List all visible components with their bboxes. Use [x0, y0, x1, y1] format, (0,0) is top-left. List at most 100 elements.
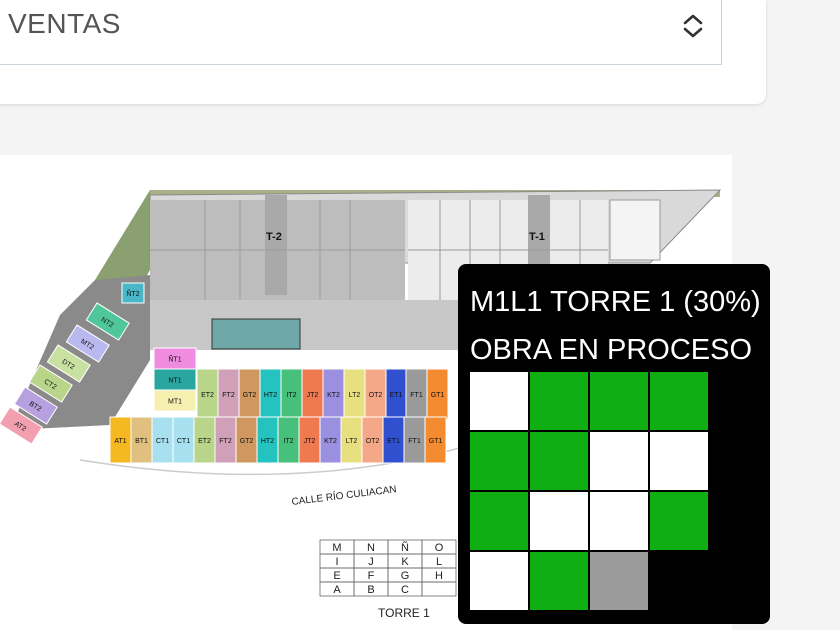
- svg-text:ET1: ET1: [390, 392, 403, 399]
- unit-status: OBRA EN PROCESO: [470, 334, 753, 366]
- unit-row-bottom[interactable]: OT2: [361, 416, 384, 464]
- legend-letter: N: [367, 542, 375, 554]
- unit-row-bottom[interactable]: GT2: [235, 416, 258, 464]
- svg-text:IT2: IT2: [283, 438, 293, 445]
- unit-row-top[interactable]: JT2: [301, 368, 324, 420]
- progress-cell: [650, 492, 708, 550]
- unit-row-bottom[interactable]: ET1: [382, 416, 405, 464]
- chevron-up-down-icon: [683, 14, 703, 38]
- legend-cell: [421, 581, 457, 597]
- unit-row-top[interactable]: FT1: [405, 368, 428, 420]
- legend-letter: M: [332, 542, 341, 554]
- unit-row-bottom[interactable]: GT1: [424, 416, 447, 464]
- unit-wing[interactable]: ÑT2: [121, 282, 145, 304]
- unit-row-bottom[interactable]: KT2: [319, 416, 342, 464]
- unit-row-bottom[interactable]: BT1: [130, 416, 153, 464]
- svg-text:KT2: KT2: [327, 392, 340, 399]
- progress-cell: [650, 372, 708, 430]
- legend-letter: K: [401, 556, 409, 568]
- filter-card: VENTAS: [0, 0, 766, 104]
- svg-text:IT2: IT2: [286, 392, 296, 399]
- unit-row-bottom[interactable]: JT2: [298, 416, 321, 464]
- legend-letter: C: [401, 584, 409, 596]
- svg-text:GT1: GT1: [431, 392, 445, 399]
- plan-courtyard: [150, 300, 460, 350]
- svg-text:KT2: KT2: [324, 438, 337, 445]
- svg-text:HT2: HT2: [261, 438, 274, 445]
- unit-row-bottom[interactable]: FT2: [214, 416, 237, 464]
- status-select[interactable]: VENTAS: [0, 0, 722, 65]
- tower-label-t2: T-2: [266, 231, 282, 243]
- svg-text:FT2: FT2: [219, 438, 232, 445]
- unit-row-top[interactable]: ET1: [385, 368, 407, 420]
- legend-letter: H: [435, 570, 443, 582]
- unit-row-bottom[interactable]: CT1: [172, 416, 195, 464]
- unit-row-top[interactable]: GT1: [426, 368, 449, 420]
- svg-text:CT1: CT1: [177, 438, 190, 445]
- unit-row-bottom[interactable]: CT1: [151, 416, 174, 464]
- progress-cell: [590, 432, 648, 490]
- progress-cell: [530, 552, 588, 610]
- legend-letter: J: [368, 556, 374, 568]
- svg-text:NT1: NT1: [168, 378, 181, 385]
- tower-label-t1: T-1: [529, 231, 545, 243]
- unit-row-top[interactable]: LT2: [343, 368, 366, 420]
- svg-text:FT2: FT2: [222, 392, 235, 399]
- legend-letter: B: [367, 584, 374, 596]
- progress-cell: [470, 492, 528, 550]
- plan-core-t2: [265, 195, 287, 295]
- tower-legend: M N Ñ O I J K L E F G H A B C TORRE 1: [319, 539, 457, 620]
- progress-cell: [650, 552, 708, 610]
- svg-text:LT2: LT2: [349, 392, 361, 399]
- svg-text:JT2: JT2: [304, 438, 316, 445]
- svg-text:OT2: OT2: [369, 392, 383, 399]
- plan-amenity: [609, 199, 661, 261]
- svg-text:AT1: AT1: [114, 438, 126, 445]
- svg-text:ÑT2: ÑT2: [126, 289, 139, 298]
- unit-upper[interactable]: ÑT1: [153, 347, 197, 370]
- progress-cell: [530, 432, 588, 490]
- unit-row-top[interactable]: FT2: [217, 368, 240, 420]
- unit-row-top[interactable]: ET2: [196, 368, 219, 420]
- unit-row-top[interactable]: HT2: [259, 368, 282, 420]
- svg-text:HT2: HT2: [264, 392, 277, 399]
- street-label: CALLE RÍO CULIACAN: [291, 482, 397, 508]
- svg-text:FT1: FT1: [410, 392, 423, 399]
- legend-letter: F: [368, 570, 375, 582]
- unit-row-top[interactable]: OT2: [364, 368, 387, 420]
- unit-upper[interactable]: NT1: [153, 368, 197, 391]
- svg-text:LT2: LT2: [346, 438, 358, 445]
- unit-row-bottom[interactable]: IT2: [277, 416, 300, 464]
- unit-title: M1L1 TORRE 1 (30%): [470, 286, 761, 318]
- svg-text:GT1: GT1: [429, 438, 443, 445]
- svg-text:FT1: FT1: [408, 438, 421, 445]
- unit-row-bottom[interactable]: HT2: [256, 416, 279, 464]
- unit-row-top[interactable]: IT2: [280, 368, 303, 420]
- legend-letter: L: [436, 556, 442, 568]
- unit-upper[interactable]: MT1: [153, 389, 197, 412]
- progress-cell: [530, 492, 588, 550]
- svg-text:ET2: ET2: [198, 438, 211, 445]
- progress-cell: [650, 432, 708, 490]
- plan-pool: [211, 318, 301, 350]
- unit-row-bottom[interactable]: LT2: [340, 416, 363, 464]
- unit-row-bottom[interactable]: ET2: [193, 416, 216, 464]
- unit-row-bottom[interactable]: FT1: [403, 416, 426, 464]
- svg-text:ET2: ET2: [201, 392, 214, 399]
- progress-cell: [590, 492, 648, 550]
- status-select-value: VENTAS: [8, 8, 121, 39]
- svg-text:CT1: CT1: [156, 438, 169, 445]
- svg-text:GT2: GT2: [243, 392, 257, 399]
- unit-row-top[interactable]: KT2: [322, 368, 345, 420]
- progress-cell: [470, 552, 528, 610]
- progress-cell: [530, 372, 588, 430]
- legend-letter: E: [333, 570, 340, 582]
- svg-text:ÑT1: ÑT1: [168, 355, 181, 364]
- unit-row-top[interactable]: GT2: [238, 368, 261, 420]
- svg-text:OT2: OT2: [366, 438, 380, 445]
- unit-info-popup: M1L1 TORRE 1 (30%) OBRA EN PROCESO: [458, 264, 770, 624]
- svg-text:ET1: ET1: [387, 438, 400, 445]
- svg-text:JT2: JT2: [307, 392, 319, 399]
- progress-cell: [590, 372, 648, 430]
- unit-row-bottom[interactable]: AT1: [109, 416, 132, 464]
